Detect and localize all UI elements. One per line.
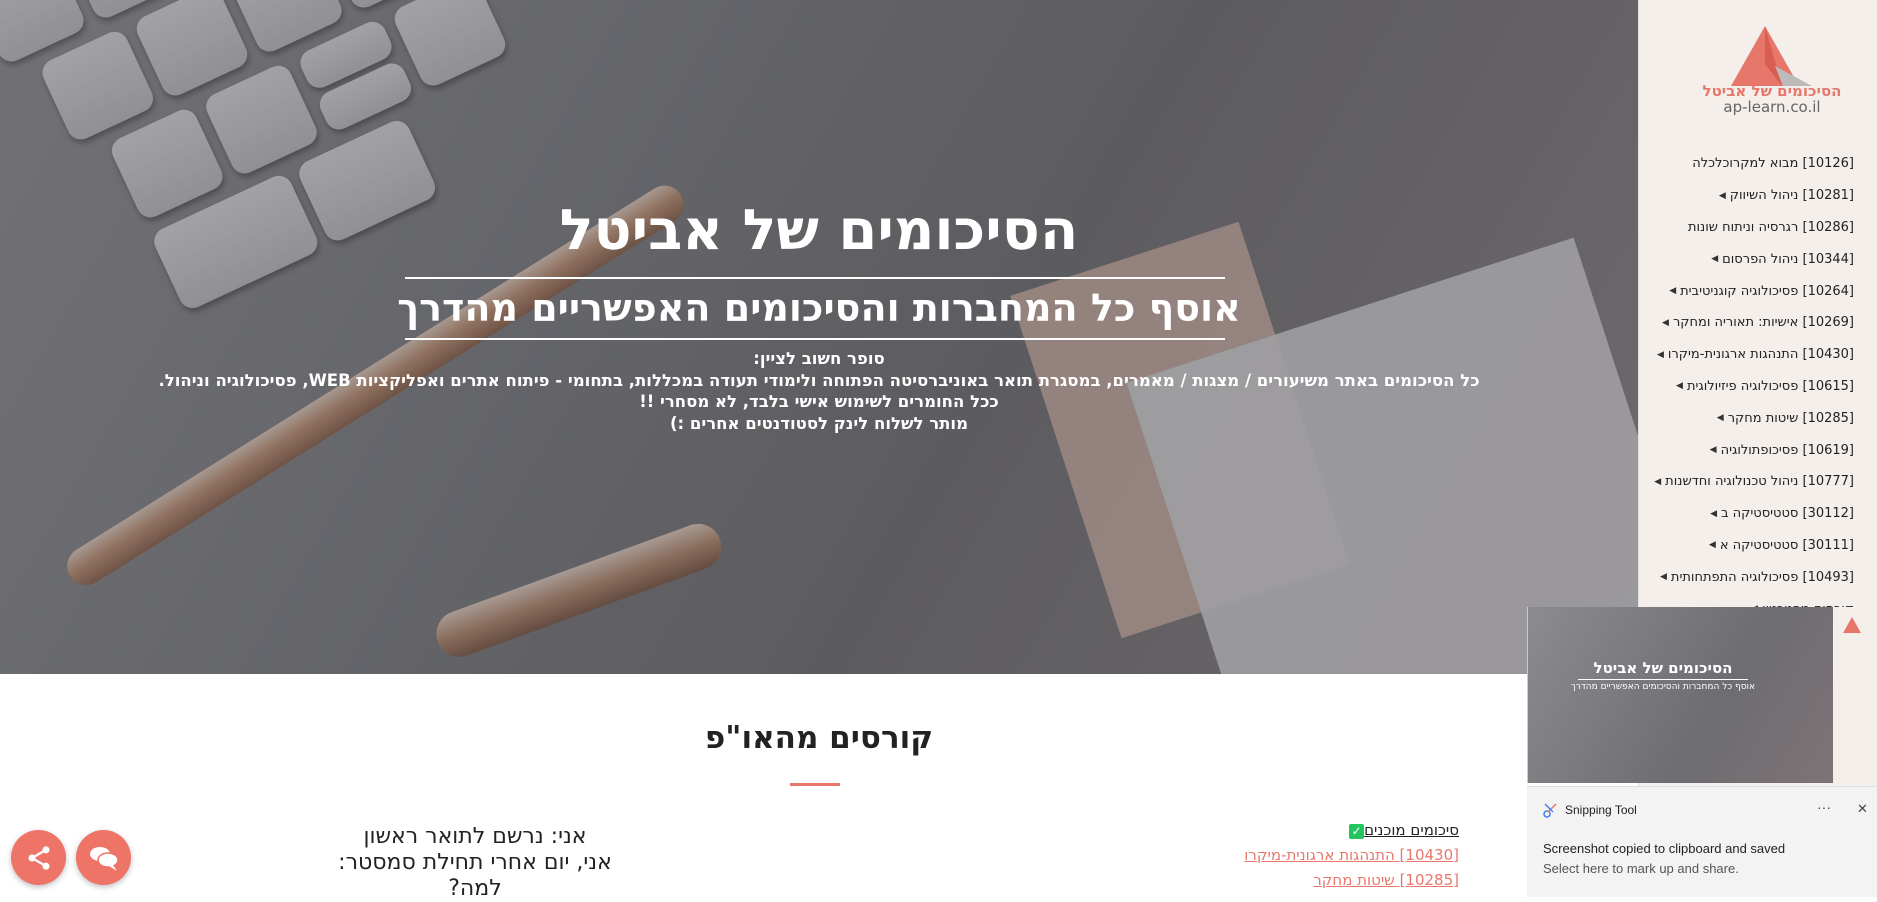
important-notes: סופר חשוב לציין: כל הסיכומים באתר משיעור… xyxy=(0,348,1638,434)
note-line: סופר חשוב לציין: xyxy=(753,349,885,368)
toast-app-name: Snipping Tool xyxy=(1565,803,1637,817)
sidebar-item-10777[interactable]: [10777] ניהול טכנולוגיה וחדשנות ◀ xyxy=(1639,466,1854,498)
chat-icon xyxy=(89,846,119,871)
caret-left-icon: ◀ xyxy=(1708,540,1716,551)
sidebar-item-30111[interactable]: [30111] סטטיסטיקה א ◀ xyxy=(1639,530,1854,562)
toast-message: Screenshot copied to clipboard and saved xyxy=(1543,841,1786,856)
caret-left-icon: ◀ xyxy=(1718,190,1726,201)
ready-summaries-label[interactable]: סיכומים מוכנים xyxy=(1364,821,1459,839)
more-options-icon[interactable]: ··· xyxy=(1817,799,1831,815)
ready-summaries: סיכומים מוכנים✓ [10430] התנהגות ארגונית-… xyxy=(1244,818,1459,893)
site-subtitle: אוסף כל המחברות והסיכומים האפשריים מהדרך xyxy=(397,286,1241,330)
meme-text: אני: נרשם לתואר ראשון אני, יום אחרי תחיל… xyxy=(338,824,612,901)
caret-left-icon: ◀ xyxy=(1710,508,1718,519)
summary-link-10285[interactable]: [10285] שיטות מחקר xyxy=(1244,868,1459,893)
logo-url: ap-learn.co.il xyxy=(1723,98,1821,116)
snipping-tool-toast[interactable]: Snipping Tool ··· ✕ Screenshot copied to… xyxy=(1527,786,1877,897)
title-divider-top xyxy=(405,277,1225,279)
sidebar-item-10264[interactable]: [10264] פסיכולוגיה קוגניטיבית ◀ xyxy=(1639,275,1854,307)
caret-left-icon: ◀ xyxy=(1711,254,1719,265)
caret-left-icon: ◀ xyxy=(1657,349,1664,360)
caret-left-icon: ◀ xyxy=(1709,445,1717,456)
site-title: הסיכומים של אביטל xyxy=(559,198,1079,263)
sidebar-item-10493[interactable]: [10493] פסיכולוגיה התפתחותית ◀ xyxy=(1639,561,1854,593)
sidebar-item-10286[interactable]: [10286] רגרסיה וניתוח שונות xyxy=(1639,212,1854,244)
close-icon[interactable]: ✕ xyxy=(1857,801,1868,817)
hero-banner: הסיכומים של אביטל אוסף כל המחברות והסיכו… xyxy=(0,0,1638,674)
share-icon xyxy=(28,845,49,870)
sidebar-item-10285[interactable]: [10285] שיטות מחקר ◀ xyxy=(1639,402,1854,434)
section-title: קורסים מהאו"פ xyxy=(704,720,934,756)
course-menu: [10126] מבוא למקרוכלכלה [10281] ניהול הש… xyxy=(1639,148,1854,625)
screenshot-thumbnail[interactable]: הסיכומים של אביטל אוסף כל המחברות והסיכו… xyxy=(1527,607,1877,783)
note-line: כל הסיכומים באתר משיעורים / מצגות / מאמר… xyxy=(158,370,1480,390)
caret-left-icon: ◀ xyxy=(1716,413,1724,424)
share-button[interactable] xyxy=(11,830,66,885)
check-icon: ✓ xyxy=(1349,824,1365,839)
title-divider-bottom xyxy=(405,338,1225,340)
sidebar-item-10344[interactable]: [10344] ניהול הפרסום ◀ xyxy=(1639,243,1854,275)
sidebar-item-10615[interactable]: [10615] פסיכולוגיה פיזיולוגית ◀ xyxy=(1639,371,1854,403)
caret-left-icon: ◀ xyxy=(1654,476,1662,487)
sidebar-item-10619[interactable]: [10619] פסיכופתולוגיה ◀ xyxy=(1639,434,1854,466)
thumbnail-title: הסיכומים של אביטל xyxy=(1593,659,1733,677)
sidebar-item-30112[interactable]: [30112] סטטיסטיקה ב ◀ xyxy=(1639,498,1854,530)
thumbnail-subtitle: אוסף כל המחברות והסיכומים האפשריים מהדרך xyxy=(1570,682,1756,692)
sidebar-item-10430[interactable]: [10430] התנהגות ארגונית-מיקרו ◀ xyxy=(1639,339,1854,371)
caret-left-icon: ◀ xyxy=(1662,317,1669,328)
summary-link-10430[interactable]: [10430] התנהגות ארגונית-מיקרו xyxy=(1244,843,1459,868)
chat-button[interactable] xyxy=(76,830,131,885)
caret-left-icon: ◀ xyxy=(1676,381,1683,392)
toast-hint: Select here to mark up and share. xyxy=(1543,861,1739,876)
note-line: ככל החומרים לשימוש אישי בלבד, לא מסחרי !… xyxy=(639,392,999,411)
sidebar-item-10269[interactable]: [10269] אישיות: תאוריה ומחקר ◀ xyxy=(1639,307,1854,339)
site-logo[interactable]: הסיכומים של אביטל ap-learn.co.il xyxy=(1687,24,1857,119)
sidebar-item-10281[interactable]: [10281] ניהול השיווק ◀ xyxy=(1639,180,1854,212)
note-line: מותר לשלוח לינק לסטודנטים אחרים :) xyxy=(669,413,969,433)
caret-left-icon: ◀ xyxy=(1669,286,1677,297)
section-title-underline xyxy=(790,783,840,786)
caret-left-icon: ◀ xyxy=(1660,572,1667,583)
snipping-tool-icon xyxy=(1543,803,1558,818)
sidebar-item-10126[interactable]: [10126] מבוא למקרוכלכלה xyxy=(1639,148,1854,180)
